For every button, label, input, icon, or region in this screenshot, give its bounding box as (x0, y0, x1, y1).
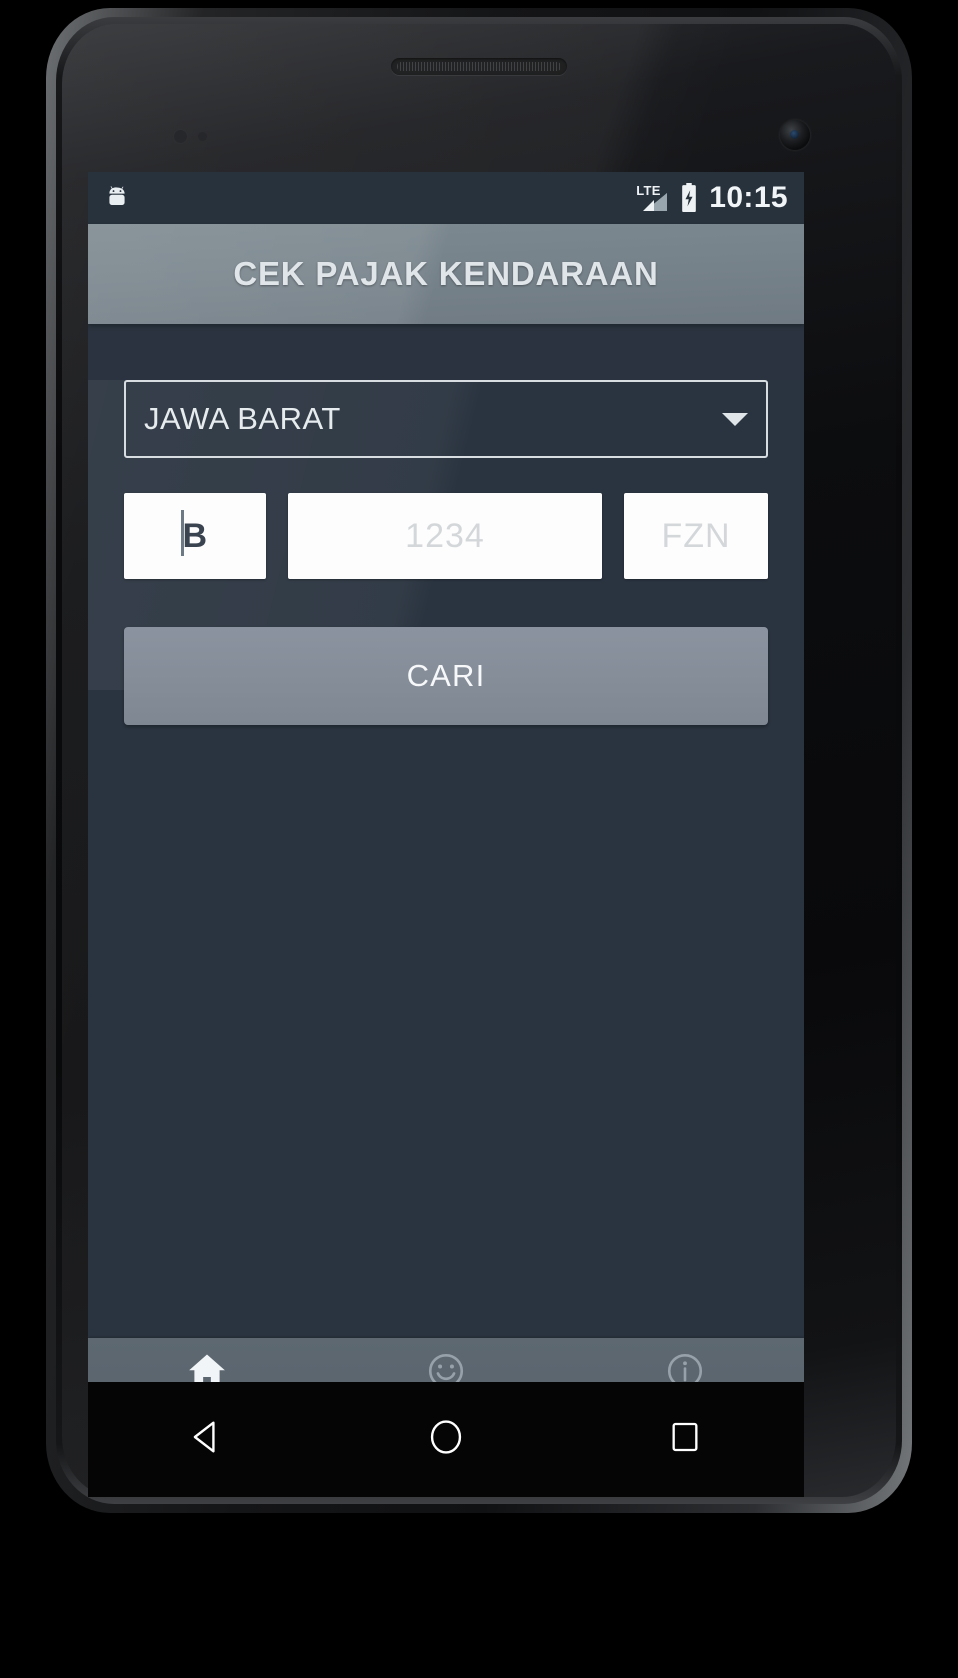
cari-button[interactable]: CARI (124, 627, 768, 725)
tab-home[interactable]: Home (88, 1338, 327, 1382)
proximity-sensor-icon (174, 130, 187, 143)
front-camera-icon (780, 120, 810, 150)
info-circle-icon (663, 1350, 707, 1382)
nomor-polisi-placeholder: 1234 (405, 516, 485, 555)
status-bar-clock: 10:15 (709, 181, 788, 214)
plate-fields-row: B 1234 FZN (124, 493, 768, 579)
app-action-bar: CEK PAJAK KENDARAAN (88, 224, 804, 324)
status-bar: LTE 10:15 (88, 172, 804, 224)
home-button[interactable] (327, 1415, 566, 1464)
screenshot-root: LTE 10:15 CEK PAJAK KENDARAAN JAWA BARAT… (0, 0, 958, 1678)
back-button[interactable] (88, 1415, 327, 1464)
home-circle-icon (424, 1415, 468, 1464)
province-spinner[interactable]: JAWA BARAT (124, 380, 768, 458)
seri-huruf-placeholder: FZN (661, 516, 731, 555)
android-robot-icon (104, 185, 130, 211)
smiley-face-icon (424, 1350, 468, 1382)
signal-bars-icon: LTE (636, 183, 669, 211)
earpiece-speaker-icon (391, 58, 567, 75)
province-spinner-value: JAWA BARAT (144, 401, 341, 436)
tab-tentang[interactable]: Tentang (565, 1338, 804, 1382)
cari-button-label: CARI (406, 658, 486, 693)
battery-charging-icon (678, 183, 700, 213)
chevron-down-icon (722, 412, 748, 426)
kode-wilayah-input[interactable]: B (124, 493, 266, 579)
bottom-tab-bar: Home Info (88, 1338, 804, 1382)
nomor-polisi-input[interactable]: 1234 (288, 493, 602, 579)
recents-square-icon (665, 1417, 705, 1462)
kode-wilayah-value: B (182, 516, 208, 555)
recents-button[interactable] (565, 1417, 804, 1462)
page-title: CEK PAJAK KENDARAAN (233, 255, 659, 292)
phone-screen: LTE 10:15 CEK PAJAK KENDARAAN JAWA BARAT… (88, 172, 804, 1382)
main-content: JAWA BARAT B 1234 FZN CARI (88, 380, 804, 1382)
text-cursor (180, 510, 184, 556)
light-sensor-icon (198, 132, 207, 141)
home-icon (185, 1350, 229, 1382)
tab-info[interactable]: Info (327, 1338, 566, 1382)
android-system-nav-bar (88, 1382, 804, 1497)
seri-huruf-input[interactable]: FZN (624, 493, 768, 579)
back-triangle-icon (185, 1415, 229, 1464)
